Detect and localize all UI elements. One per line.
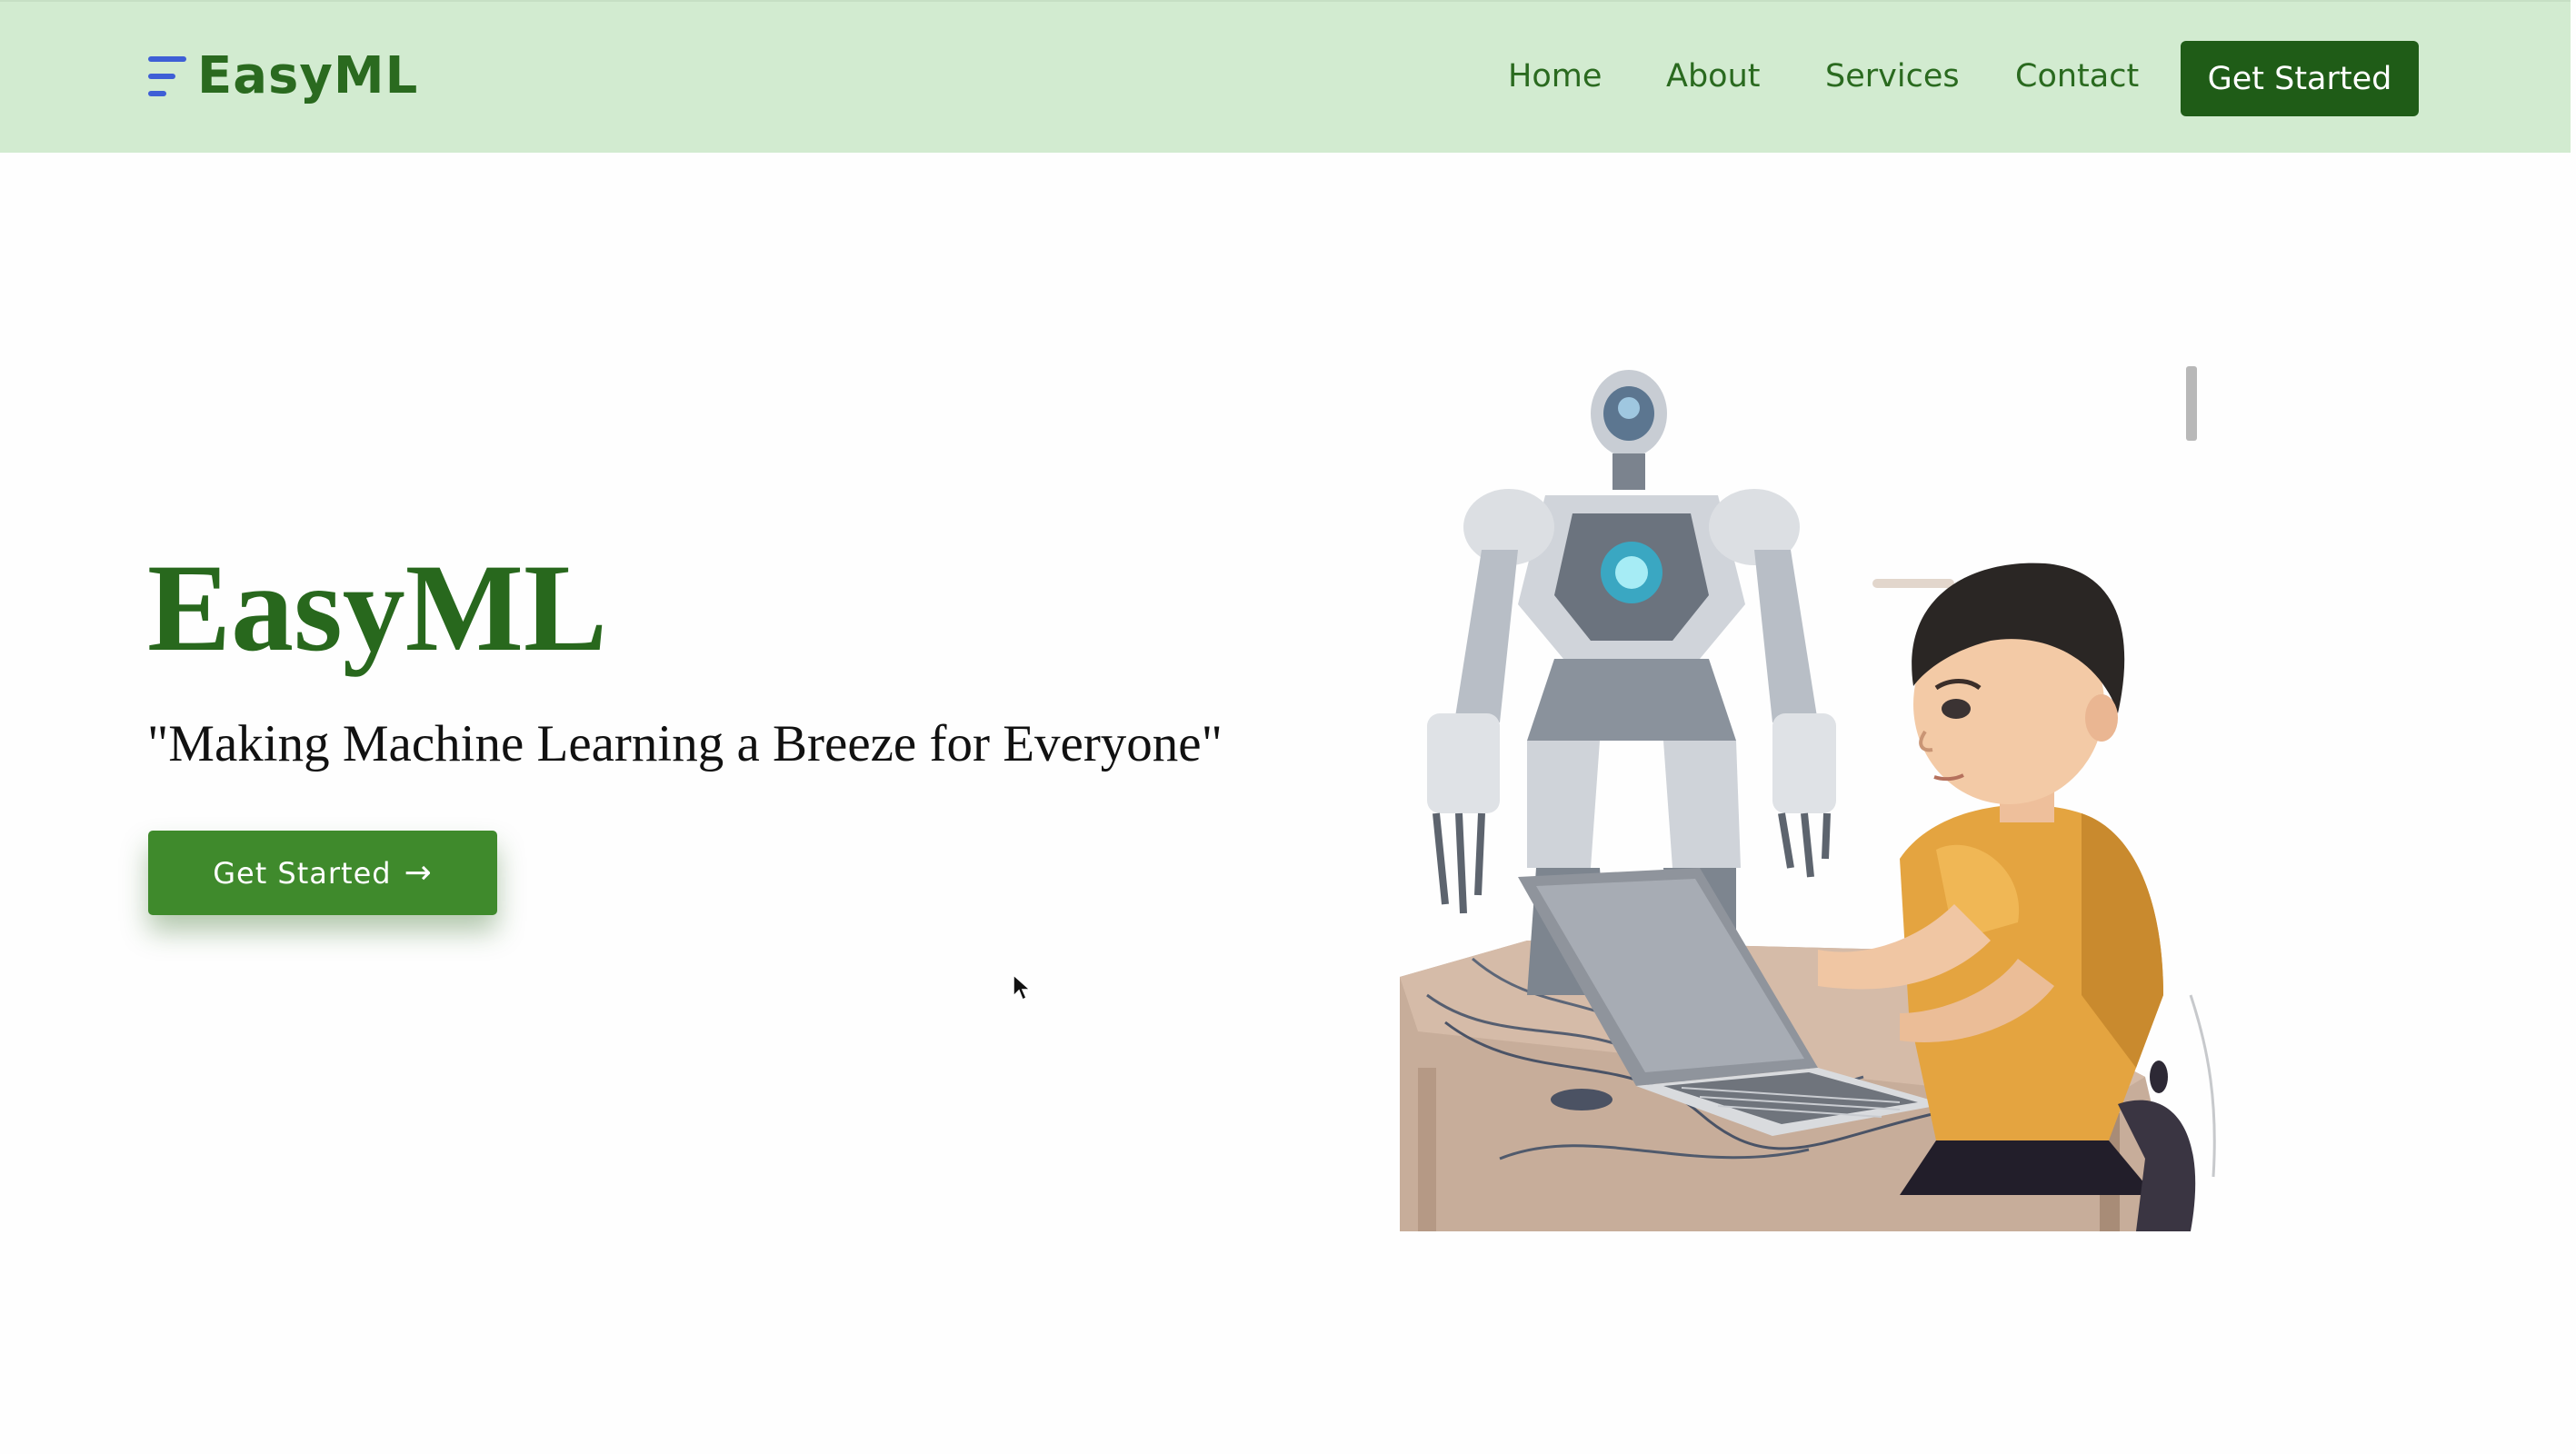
hero-get-started-label: Get Started xyxy=(213,855,392,891)
mouse-cursor-icon xyxy=(1013,974,1031,1001)
nav-link-home[interactable]: Home xyxy=(1508,58,1602,95)
navbar: EasyML Home About Services Contact Get S… xyxy=(0,0,2571,153)
page: EasyML Home About Services Contact Get S… xyxy=(0,0,2576,1454)
nav-get-started-label: Get Started xyxy=(2207,60,2392,97)
nav-get-started-button[interactable]: Get Started xyxy=(2181,41,2419,116)
nav-link-services[interactable]: Services xyxy=(1825,58,1960,95)
hero-get-started-button[interactable]: Get Started → xyxy=(148,831,497,915)
menu-lines-icon xyxy=(148,51,188,102)
brand-logo[interactable]: EasyML xyxy=(148,47,418,105)
hero-illustration xyxy=(1400,366,2216,1231)
nav-link-contact[interactable]: Contact xyxy=(2015,58,2139,95)
brand-name: EasyML xyxy=(197,46,419,105)
hero-title: EasyML xyxy=(147,538,608,677)
arrow-right-icon: → xyxy=(404,854,433,891)
nav-link-about[interactable]: About xyxy=(1666,58,1760,95)
hero-tagline: "Making Machine Learning a Breeze for Ev… xyxy=(147,715,1223,772)
